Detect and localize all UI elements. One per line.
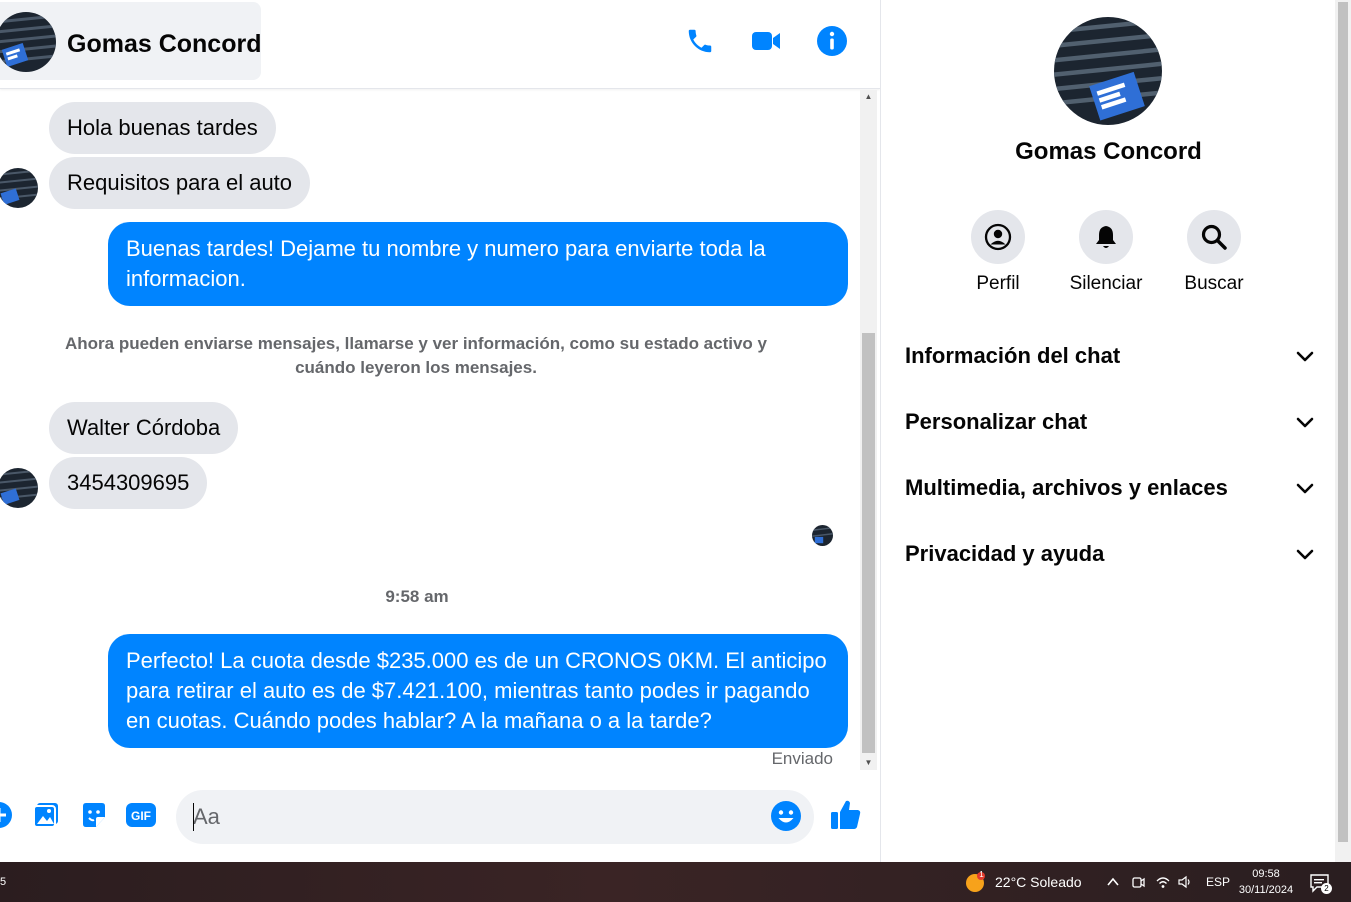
video-call-icon[interactable]: [749, 24, 783, 58]
section-media-files-links[interactable]: Multimedia, archivos y enlaces: [905, 468, 1315, 508]
chevron-down-icon: [1296, 351, 1314, 362]
mute-button[interactable]: Silenciar: [1061, 210, 1151, 295]
composer: GIF: [0, 778, 880, 862]
weather-icon[interactable]: 1: [965, 870, 986, 893]
search-button[interactable]: Buscar: [1169, 210, 1259, 295]
weather-text[interactable]: 22°C Soleado: [995, 862, 1082, 902]
system-notice: Ahora pueden enviarse mensajes, llamarse…: [65, 334, 767, 377]
chevron-down-icon: [1296, 549, 1314, 560]
chevron-down-icon: [1296, 483, 1314, 494]
section-label: Multimedia, archivos y enlaces: [905, 475, 1228, 500]
incoming-message[interactable]: Requisitos para el auto: [49, 157, 311, 209]
mute-label: Silenciar: [1069, 273, 1143, 294]
search-label: Buscar: [1184, 273, 1244, 294]
text-caret: [193, 803, 194, 831]
notifications-count: 2: [1321, 883, 1332, 894]
scroll-down-arrow[interactable]: ▼: [860, 756, 877, 770]
contact-header-button[interactable]: Gomas Concord: [0, 2, 261, 80]
clock[interactable]: 09:58 30/11/2024: [1232, 866, 1300, 898]
read-receipt-avatar: [812, 525, 833, 546]
incoming-message[interactable]: Walter Córdoba: [49, 402, 239, 454]
chevron-up-icon[interactable]: [1105, 874, 1121, 890]
message-status: Enviado: [771, 749, 833, 768]
sticker-icon[interactable]: [77, 798, 111, 832]
page-scrollbar[interactable]: [1335, 0, 1351, 862]
chat-header: Gomas Concord: [0, 0, 880, 89]
section-label: Personalizar chat: [905, 409, 1088, 434]
messenger-window: Gomas Concord Hola buenas tardes Requisi…: [0, 0, 1351, 862]
profile-button[interactable]: Perfil: [953, 210, 1043, 295]
contact-avatar-small[interactable]: [0, 168, 38, 208]
message-list[interactable]: Hola buenas tardes Requisitos para el au…: [0, 90, 860, 770]
more-actions-icon[interactable]: [0, 798, 16, 832]
profile-label: Perfil: [976, 273, 1020, 294]
message-input-container[interactable]: [176, 790, 814, 844]
contact-avatar-small[interactable]: [0, 468, 38, 508]
photo-icon[interactable]: [29, 798, 63, 832]
wifi-icon[interactable]: [1155, 874, 1171, 890]
scroll-thumb[interactable]: [862, 333, 875, 753]
weather-badge: 1: [979, 870, 984, 879]
clock-date: 30/11/2024: [1238, 884, 1294, 896]
windows-taskbar: 5 1 22°C Soleado ESP 09:58 30/11/2024 2: [0, 862, 1351, 902]
outgoing-message[interactable]: Buenas tardes! Dejame tu nombre y numero…: [108, 222, 848, 306]
section-label: Información del chat: [905, 343, 1121, 368]
gif-icon[interactable]: GIF: [124, 798, 158, 832]
speaker-icon[interactable]: [1177, 874, 1193, 890]
clock-time: 09:58: [1252, 868, 1280, 880]
emoji-icon[interactable]: [770, 800, 804, 834]
section-customize-chat[interactable]: Personalizar chat: [905, 402, 1315, 442]
chat-panel: Gomas Concord Hola buenas tardes Requisi…: [0, 0, 880, 862]
outgoing-message[interactable]: Perfecto! La cuota desde $235.000 es de …: [108, 634, 848, 748]
section-chat-info[interactable]: Información del chat: [905, 336, 1315, 376]
notifications-icon[interactable]: 2: [1309, 872, 1332, 894]
bell-icon: [1079, 210, 1133, 264]
conversation-info-panel: Gomas Concord Perfil Silenciar Buscar In…: [880, 0, 1335, 862]
language-indicator[interactable]: ESP: [1206, 862, 1230, 902]
thumbs-up-icon[interactable]: [829, 798, 863, 832]
message-input[interactable]: [193, 800, 753, 834]
chevron-down-icon: [1296, 417, 1314, 428]
info-icon[interactable]: [815, 24, 849, 58]
taskbar-app-badge[interactable]: 5: [0, 862, 6, 902]
incoming-message[interactable]: 3454309695: [49, 457, 208, 509]
contact-avatar[interactable]: [0, 12, 56, 72]
scroll-up-arrow[interactable]: ▲: [860, 90, 877, 104]
meet-now-icon[interactable]: [1130, 874, 1146, 890]
message-scrollbar[interactable]: ▲ ▼: [860, 90, 877, 770]
search-icon: [1187, 210, 1241, 264]
page-scroll-thumb[interactable]: [1338, 2, 1348, 842]
section-label: Privacidad y ayuda: [905, 541, 1105, 566]
message-timestamp: 9:58 am: [385, 587, 449, 606]
svg-text:GIF: GIF: [131, 809, 151, 823]
profile-icon: [971, 210, 1025, 264]
info-contact-name: Gomas Concord: [1015, 138, 1202, 165]
contact-name: Gomas Concord: [67, 30, 262, 58]
phone-icon[interactable]: [683, 24, 717, 58]
section-privacy-help[interactable]: Privacidad y ayuda: [905, 534, 1315, 574]
incoming-message[interactable]: Hola buenas tardes: [49, 102, 276, 154]
contact-profile-picture[interactable]: [1054, 17, 1162, 125]
